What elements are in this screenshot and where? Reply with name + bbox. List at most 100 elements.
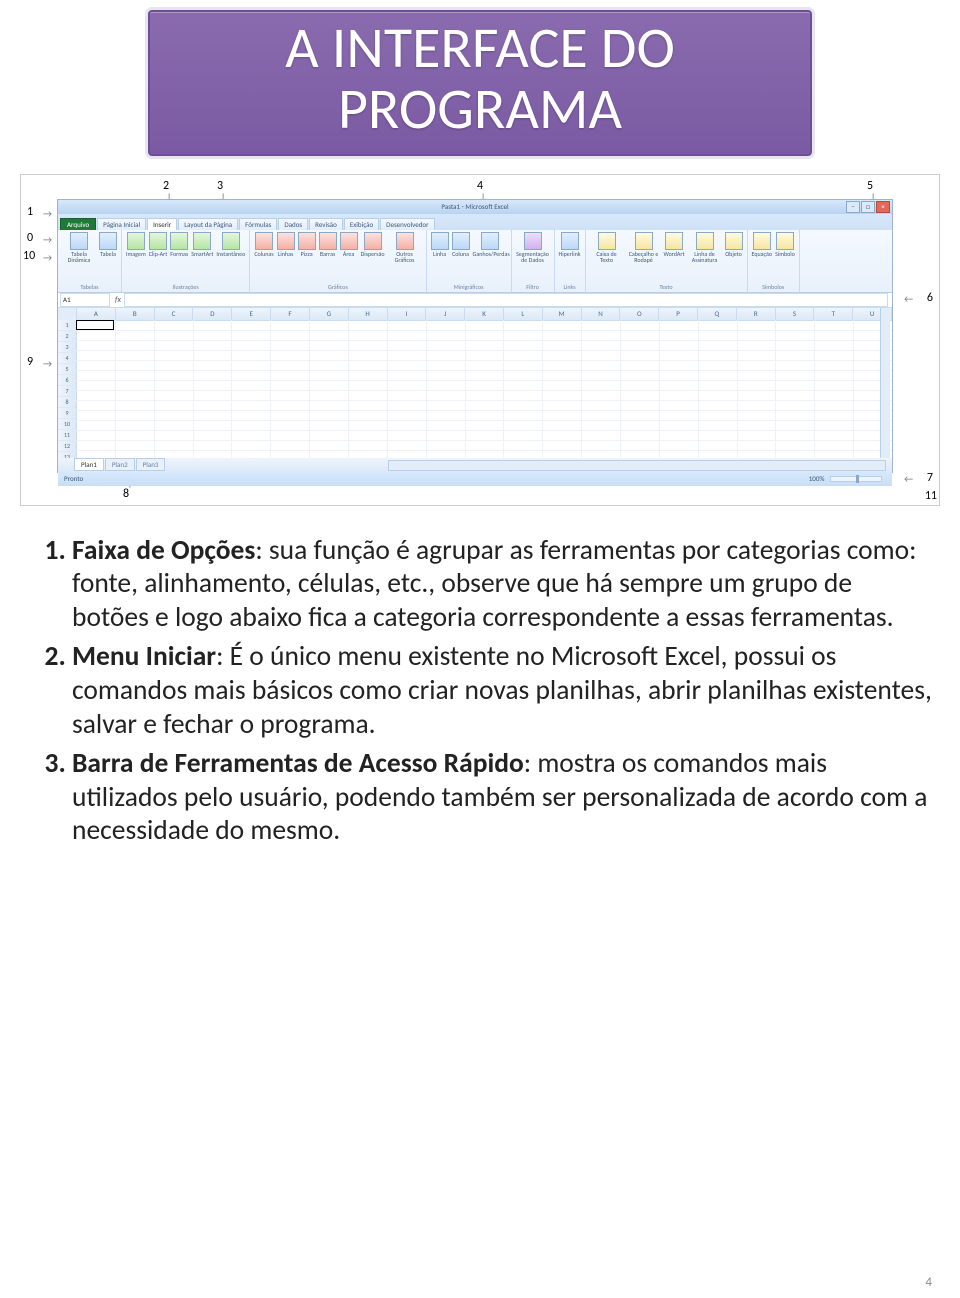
tab-desenvolvedor[interactable]: Desenvolvedor <box>380 218 434 230</box>
ribbon-group-caption: Filtro <box>516 283 550 292</box>
ribbon-button[interactable]: SmartArt <box>191 232 213 257</box>
ribbon-icon <box>364 232 382 250</box>
ribbon-button[interactable]: Ganhos/Perdas <box>473 232 507 257</box>
ribbon-button[interactable]: Linha <box>431 232 449 257</box>
row-header[interactable]: 6 <box>58 375 76 386</box>
column-header[interactable]: N <box>582 308 621 320</box>
spreadsheet-grid[interactable]: ABCDEFGHIJKLMNOPQRSTU 123456789101112131… <box>58 308 892 458</box>
ribbon-button[interactable]: Hiperlink <box>559 232 581 257</box>
ribbon-button[interactable]: Pizza <box>298 232 316 257</box>
select-all-corner[interactable] <box>58 308 77 320</box>
tab-formulas[interactable]: Fórmulas <box>239 218 277 230</box>
column-header[interactable]: B <box>116 308 155 320</box>
row-header[interactable]: 8 <box>58 397 76 408</box>
zoom-control[interactable]: 100% <box>809 472 886 486</box>
ribbon-label: Dispersão <box>361 251 385 257</box>
column-header[interactable]: C <box>155 308 194 320</box>
tab-revisao[interactable]: Revisão <box>309 218 343 230</box>
ribbon-button[interactable]: WordArt <box>664 232 685 257</box>
row-header[interactable]: 7 <box>58 386 76 397</box>
column-header[interactable]: O <box>620 308 659 320</box>
row-header[interactable]: 9 <box>58 408 76 419</box>
name-box[interactable]: A1 <box>60 293 110 307</box>
ribbon-label: Linha de Assinatura <box>688 251 722 263</box>
row-header[interactable]: 3 <box>58 342 76 353</box>
ribbon-label: Clip-Art <box>149 251 168 257</box>
ribbon-button[interactable]: Imagem <box>126 232 146 257</box>
ribbon-button[interactable]: Dispersão <box>361 232 385 257</box>
column-header[interactable]: P <box>659 308 698 320</box>
ribbon-button[interactable]: Linha de Assinatura <box>688 232 722 263</box>
column-header[interactable]: T <box>814 308 853 320</box>
tab-dados[interactable]: Dados <box>278 218 308 230</box>
tab-layout[interactable]: Layout da Página <box>178 218 238 230</box>
formula-input[interactable] <box>124 293 888 307</box>
sheet-tab[interactable]: Plan3 <box>136 458 166 471</box>
column-header[interactable]: R <box>737 308 776 320</box>
column-header[interactable]: J <box>426 308 465 320</box>
leader-arrow: → <box>43 251 52 264</box>
row-header[interactable]: 2 <box>58 331 76 342</box>
ribbon-button[interactable]: Colunas <box>254 232 273 257</box>
row-header[interactable]: 11 <box>58 430 76 441</box>
ribbon-icon <box>725 232 743 250</box>
ribbon-button[interactable]: Símbolo <box>775 232 795 257</box>
row-header[interactable]: 5 <box>58 364 76 375</box>
close-button[interactable]: × <box>876 201 890 213</box>
zoom-slider[interactable] <box>830 476 882 482</box>
ribbon-button[interactable]: Barras <box>319 232 337 257</box>
ribbon-button[interactable]: Caixa de Texto <box>590 232 624 263</box>
ribbon-button[interactable]: Tabela <box>99 232 117 257</box>
column-header[interactable]: D <box>193 308 232 320</box>
status-text: Pronto <box>64 474 83 483</box>
column-header[interactable]: A <box>77 308 116 320</box>
maximize-button[interactable]: □ <box>861 201 875 213</box>
ribbon-button[interactable]: Segmentação de Dados <box>516 232 550 263</box>
ribbon-group: LinhaColunaGanhos/PerdasMinigráficos <box>427 230 512 292</box>
ribbon-label: Barras <box>320 251 335 257</box>
ribbon-label: Símbolo <box>775 251 795 257</box>
ribbon-button[interactable]: Outros Gráficos <box>388 232 422 263</box>
sheet-tab[interactable]: Plan1 <box>74 458 104 471</box>
file-tab[interactable]: Arquivo <box>60 218 96 230</box>
column-header[interactable]: K <box>465 308 504 320</box>
tab-pagina-inicial[interactable]: Página Inicial <box>97 218 146 230</box>
ribbon-button[interactable]: Instantâneo <box>216 232 245 257</box>
ribbon-button[interactable]: Objeto <box>725 232 743 257</box>
vertical-scrollbar[interactable] <box>880 308 890 458</box>
title-line-1: A INTERFACE DO <box>160 18 800 79</box>
ribbon-icon <box>396 232 414 250</box>
ribbon-button[interactable]: Tabela Dinâmica <box>62 232 96 263</box>
row-header[interactable]: 12 <box>58 441 76 452</box>
ribbon-button[interactable]: Área <box>340 232 358 257</box>
column-header[interactable]: Q <box>698 308 737 320</box>
horizontal-scrollbar[interactable] <box>388 460 886 471</box>
tab-exibicao[interactable]: Exibição <box>344 218 379 230</box>
sheet-tab[interactable]: Plan2 <box>105 458 135 471</box>
fx-icon[interactable]: fx <box>112 295 124 305</box>
ribbon-button[interactable]: Equação <box>752 232 773 257</box>
column-header[interactable]: F <box>271 308 310 320</box>
row-header[interactable]: 1 <box>58 320 76 331</box>
column-header[interactable]: H <box>349 308 388 320</box>
ribbon-label: Coluna <box>452 251 469 257</box>
ribbon-button[interactable]: Cabeçalho e Rodapé <box>627 232 661 263</box>
column-header[interactable]: I <box>388 308 427 320</box>
ribbon-button[interactable]: Linhas <box>277 232 295 257</box>
ribbon-label: Pizza <box>301 251 313 257</box>
window-titlebar[interactable]: Pasta1 - Microsoft Excel ‒ □ × <box>58 200 892 214</box>
tab-inserir[interactable]: Inserir <box>147 218 177 230</box>
column-header[interactable]: S <box>776 308 815 320</box>
column-header[interactable]: E <box>232 308 271 320</box>
minimize-button[interactable]: ‒ <box>846 201 860 213</box>
ribbon-icon <box>452 232 470 250</box>
column-header[interactable]: G <box>310 308 349 320</box>
row-header[interactable]: 4 <box>58 353 76 364</box>
column-header[interactable]: M <box>543 308 582 320</box>
row-header[interactable]: 10 <box>58 419 76 430</box>
ribbon-button[interactable]: Coluna <box>452 232 470 257</box>
column-header[interactable]: L <box>504 308 543 320</box>
ribbon-button[interactable]: Clip-Art <box>149 232 168 257</box>
active-cell[interactable] <box>76 320 114 330</box>
ribbon-button[interactable]: Formas <box>170 232 188 257</box>
